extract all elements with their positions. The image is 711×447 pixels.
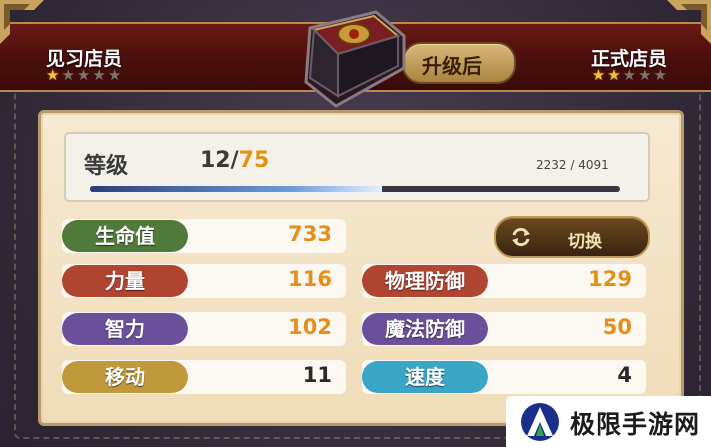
star-filled-icon: ★ — [46, 66, 60, 84]
level-label: 等级 — [84, 154, 129, 179]
stat-label: 力量 — [62, 265, 188, 297]
corner-ornament-right — [667, 0, 711, 44]
level-max: 75 — [238, 148, 270, 173]
star-empty-icon: ★ — [653, 66, 667, 84]
stat-label: 物理防御 — [362, 265, 488, 297]
stat-row-strength: 力量 116 — [62, 264, 346, 298]
stat-label: 智力 — [62, 313, 188, 345]
exp-progress-fill — [90, 186, 382, 192]
stat-value: 116 — [288, 267, 332, 291]
watermark-logo-icon — [521, 403, 559, 441]
star-empty-icon: ★ — [638, 66, 652, 84]
current-rank-stars: ★ ★ ★ ★ ★ — [46, 68, 121, 83]
refresh-icon — [512, 227, 530, 247]
rank-book-icon — [304, 10, 406, 108]
star-empty-icon: ★ — [622, 66, 637, 84]
stat-value: 102 — [288, 315, 332, 339]
exp-progress-bar — [90, 186, 620, 192]
corner-ornament-left — [0, 0, 44, 44]
stat-value: 129 — [588, 267, 632, 291]
level-separator: / — [230, 148, 239, 173]
star-empty-icon: ★ — [61, 66, 75, 84]
star-empty-icon: ★ — [76, 66, 91, 84]
star-empty-icon: ★ — [92, 66, 106, 84]
stat-value: 4 — [617, 363, 632, 387]
next-rank-stars: ★ ★ ★ ★ ★ — [592, 68, 667, 83]
stat-value: 733 — [288, 222, 332, 246]
star-empty-icon: ★ — [107, 66, 122, 84]
switch-button-label: 切换 — [568, 232, 602, 252]
upgrade-after-label: 升级后 — [422, 54, 482, 78]
switch-button[interactable]: 切换 — [494, 216, 650, 258]
stat-row-speed: 速度 4 — [362, 360, 646, 394]
star-filled-icon: ★ — [607, 66, 621, 84]
watermark-text: 极限手游网 — [570, 410, 701, 439]
stat-row-intelligence: 智力 102 — [62, 312, 346, 346]
stat-row-magic-defense: 魔法防御 50 — [362, 312, 646, 346]
stat-row-move: 移动 11 — [62, 360, 346, 394]
stat-label: 魔法防御 — [362, 313, 488, 345]
upgrade-after-badge: 升级后 — [402, 42, 516, 84]
stat-row-physical-defense: 物理防御 129 — [362, 264, 646, 298]
star-filled-icon: ★ — [591, 66, 606, 84]
stat-row-hp: 生命值 733 — [62, 219, 346, 253]
stat-value: 50 — [602, 315, 632, 339]
exp-counter: 2232 / 4091 — [536, 158, 609, 172]
stat-value: 11 — [302, 363, 332, 387]
level-value: 12/75 — [200, 148, 269, 173]
stat-label: 移动 — [62, 361, 188, 393]
stat-label: 生命值 — [62, 220, 188, 252]
level-current: 12 — [200, 148, 231, 173]
stat-label: 速度 — [362, 361, 488, 393]
